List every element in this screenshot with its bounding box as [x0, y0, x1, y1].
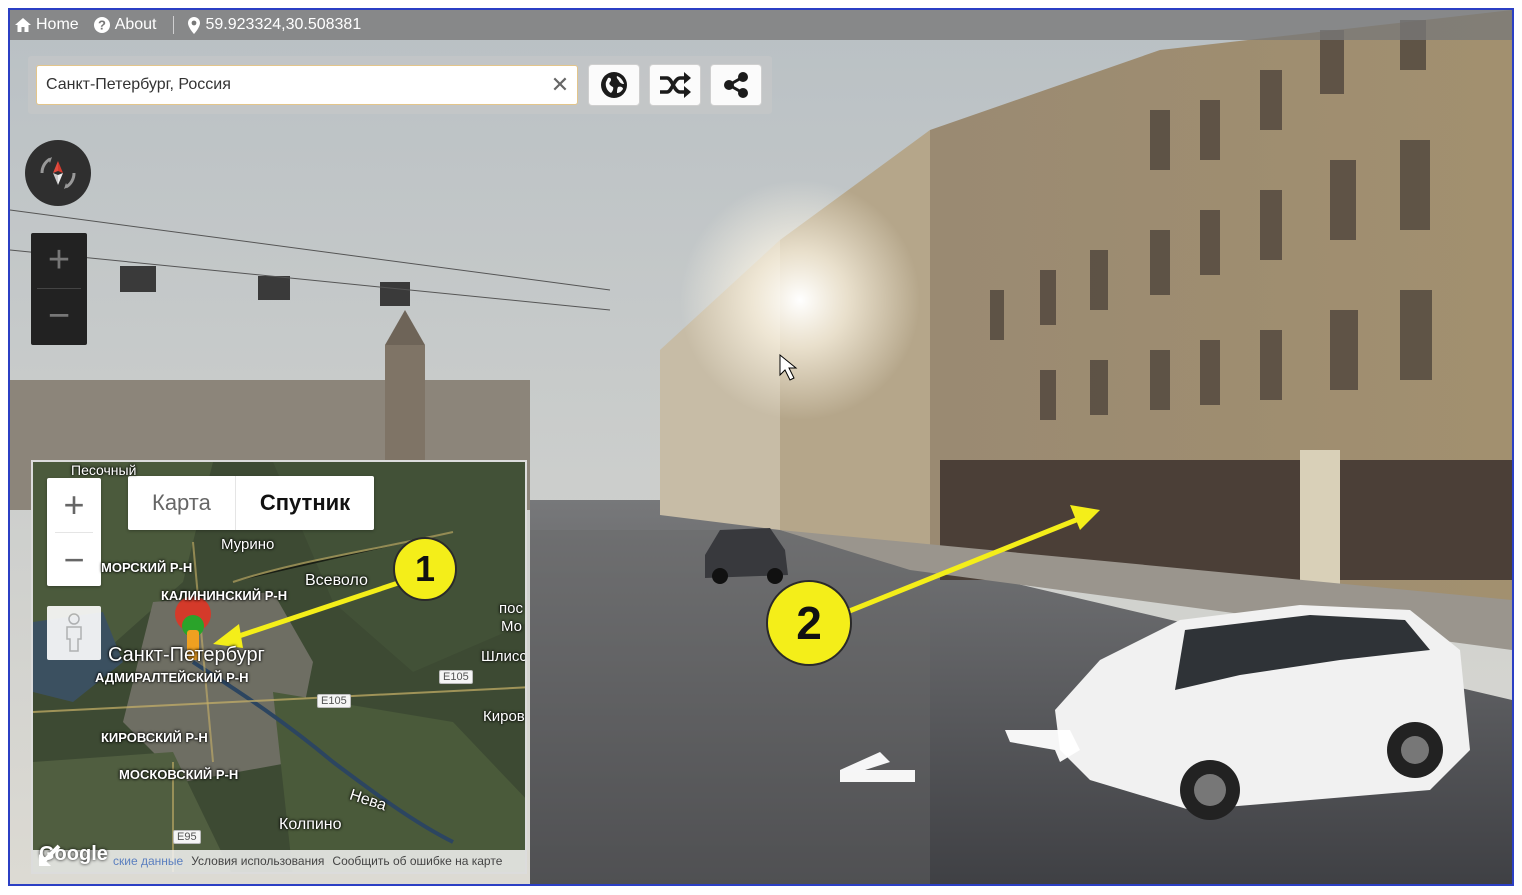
compass-icon: [40, 157, 76, 189]
road-shield-e95: E95: [173, 830, 201, 844]
map-label-admiralteysky: АДМИРАЛТЕЙСКИЙ Р-Н: [95, 670, 249, 685]
pegman-button[interactable]: [47, 606, 101, 660]
map-data-link[interactable]: ские данные: [113, 854, 183, 868]
map-label-spb: Санкт-Петербург: [108, 644, 265, 666]
map-label-kirovsky: КИРОВСКИЙ Р-Н: [101, 730, 208, 745]
zoom-out-button[interactable]: −: [31, 289, 87, 344]
map-label-vsevolozhsk: Всеволо: [305, 572, 368, 589]
plus-icon: +: [63, 484, 85, 525]
map-label-pesochny: Песочный: [71, 462, 137, 478]
map-label-pos: пос: [499, 600, 523, 617]
map-label-shlis: Шлисс: [481, 648, 527, 665]
map-zoom-out-button[interactable]: −: [47, 533, 101, 587]
coordinates-display: 59.923324,30.508381: [187, 16, 362, 34]
close-icon: ✕: [550, 72, 570, 97]
nav-divider: [172, 16, 174, 34]
shuffle-icon: [660, 72, 691, 98]
expand-arrow-icon: [39, 844, 61, 866]
plus-icon: +: [47, 239, 71, 281]
road-shield-e105: E105: [317, 694, 351, 708]
map-label-kolpino: Колпино: [279, 816, 342, 833]
globe-icon: [601, 72, 627, 98]
compass-control[interactable]: [25, 140, 91, 206]
svg-text:?: ?: [98, 18, 106, 33]
coordinates-text: 59.923324,30.508381: [205, 16, 362, 33]
about-label: About: [114, 16, 157, 33]
map-label-mo: Мо: [501, 618, 523, 635]
mini-map[interactable]: + − Карта Спутник Песочный Мурино МОРСКИ…: [31, 460, 527, 874]
share-button[interactable]: [710, 64, 762, 106]
zoom-in-button[interactable]: +: [31, 233, 87, 288]
pegman-icon: [66, 613, 82, 652]
clear-search-button[interactable]: ✕: [549, 74, 571, 96]
road-shield-e105: E105: [439, 670, 473, 684]
street-view-zoom: + −: [31, 233, 87, 345]
map-zoom-in-button[interactable]: +: [47, 478, 101, 532]
app-frame: Home ? About 59.923324,30.508381 ✕: [8, 8, 1514, 886]
random-location-button[interactable]: [649, 64, 701, 106]
map-type-toggle: Карта Спутник: [128, 476, 375, 530]
top-nav-bar: Home ? About 59.923324,30.508381: [10, 10, 1512, 40]
map-label-primorsky: МОРСКИЙ Р-Н: [101, 560, 193, 575]
terms-link[interactable]: Условия использования: [191, 854, 324, 868]
map-label-kalininsky: КАЛИНИНСКИЙ Р-Н: [161, 588, 288, 603]
annotation-badge-2: 2: [766, 580, 852, 666]
share-icon: [724, 72, 748, 98]
globe-button[interactable]: [588, 64, 640, 106]
minus-icon: −: [63, 539, 85, 580]
about-link[interactable]: ? About: [93, 16, 157, 34]
home-link[interactable]: Home: [14, 16, 79, 34]
map-label-kirov: Киров: [483, 708, 525, 725]
search-panel: ✕: [28, 56, 772, 114]
map-zoom: + −: [47, 478, 101, 586]
search-field: ✕: [36, 65, 578, 105]
home-icon: [15, 18, 31, 32]
map-label-murino: Мурино: [221, 536, 275, 553]
search-input[interactable]: [37, 66, 537, 104]
map-pin-icon: [187, 16, 200, 34]
minus-icon: −: [47, 295, 71, 337]
help-icon: ?: [93, 17, 110, 33]
annotation-badge-1: 1: [393, 537, 457, 601]
report-error-link[interactable]: Сообщить об ошибке на карте: [332, 854, 502, 868]
map-type-satellite[interactable]: Спутник: [234, 476, 374, 530]
home-label: Home: [36, 16, 79, 33]
map-type-map[interactable]: Карта: [128, 476, 235, 530]
expand-map-button[interactable]: [33, 838, 67, 872]
map-label-moskovsky: МОСКОВСКИЙ Р-Н: [119, 767, 239, 782]
